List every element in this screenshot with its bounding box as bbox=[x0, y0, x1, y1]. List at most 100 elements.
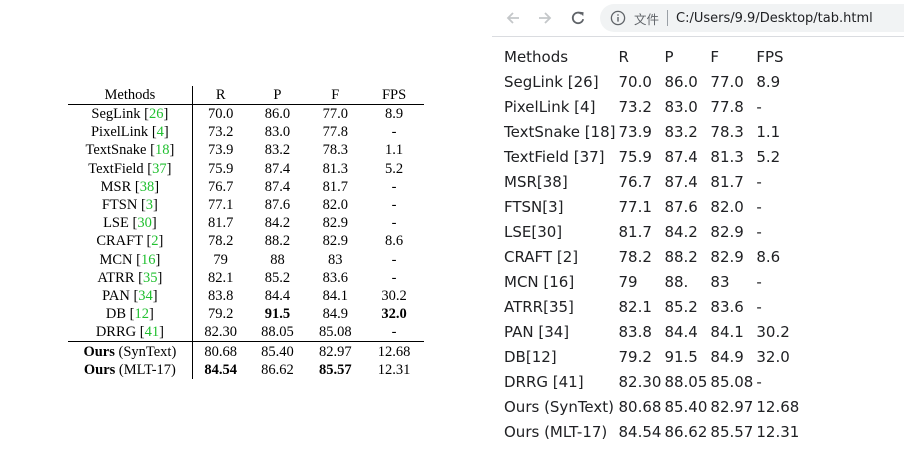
method-name: DB bbox=[105, 306, 127, 323]
paper-cell-r: 75.9 bbox=[192, 160, 248, 178]
html-cell-f: 77.8 bbox=[710, 98, 744, 116]
back-button[interactable] bbox=[500, 5, 526, 31]
value-p: 83.0 bbox=[264, 124, 291, 141]
paper-row: CRAFT [2] 78.2 88.2 82.9 8.6 bbox=[68, 232, 424, 251]
value-f: 84.9 bbox=[322, 306, 348, 323]
paper-cell-p: 88.2 bbox=[249, 232, 307, 250]
value-f: 83 bbox=[328, 251, 343, 268]
html-cell-f: 83.6 bbox=[710, 298, 744, 316]
paper-cell-r: 83.8 bbox=[192, 287, 248, 305]
html-cell-r: 73.2 bbox=[618, 98, 652, 116]
citation-link: 18 bbox=[154, 142, 170, 159]
paper-header-row: Methods R P F FPS bbox=[68, 86, 424, 105]
citation-link: 37 bbox=[152, 160, 167, 177]
paper-cell-p: 88 bbox=[249, 251, 307, 269]
html-cell-f: 82.9 bbox=[710, 223, 744, 241]
value-fps: 30.2 bbox=[381, 287, 407, 304]
paper-header-r: R bbox=[215, 87, 226, 103]
html-table-row: CRAFT [2] 78.2 88.2 82.9 8.6 bbox=[503, 245, 799, 270]
paper-method-cell: Ours (MLT-17) bbox=[68, 360, 193, 379]
paper-header-f: F bbox=[331, 87, 340, 103]
paper-method-cell: TextField [37] bbox=[68, 159, 193, 178]
browser-toolbar: 文件 C:/Users/9.9/Desktop/tab.html bbox=[492, 0, 904, 36]
html-cell-r: 79 bbox=[618, 273, 638, 291]
paper-cell-fps: 12.31 bbox=[364, 361, 424, 379]
html-cell-r: 79.2 bbox=[618, 348, 652, 366]
reload-button[interactable] bbox=[565, 5, 591, 31]
paper-ours-row: Ours (MLT-17) 84.54 86.62 85.57 12.31 bbox=[68, 360, 424, 379]
html-cell-p: 83.2 bbox=[664, 123, 698, 141]
html-cell-fps: - bbox=[756, 173, 762, 191]
html-cell-method: FTSN[3] bbox=[504, 198, 564, 216]
paper-cell-r: 80.68 bbox=[192, 342, 248, 361]
paper-cell-fps: - bbox=[364, 123, 424, 141]
url-text[interactable]: C:/Users/9.9/Desktop/tab.html bbox=[676, 11, 873, 26]
method-name: PixelLink bbox=[90, 124, 149, 141]
value-p: 88.2 bbox=[264, 233, 291, 250]
citation-link: 4 bbox=[156, 124, 164, 141]
method-name: MSR bbox=[100, 178, 132, 195]
paper-method-cell: LSE [30] bbox=[68, 214, 193, 233]
paper-row: ATRR [35] 82.1 85.2 83.6 - bbox=[68, 268, 424, 287]
html-cell-r: 81.7 bbox=[618, 223, 652, 241]
paper-method-cell: SegLink [26] bbox=[68, 104, 193, 124]
method-name: TextField bbox=[88, 160, 144, 177]
method-name: PAN bbox=[102, 287, 130, 304]
paper-cell-r: 78.2 bbox=[192, 232, 248, 250]
paper-table-body: SegLink [26] 70.0 86.0 77.0 8.9 PixelLink [4]… bbox=[68, 104, 424, 379]
method-name: MCN bbox=[99, 251, 133, 268]
paper-row: LSE [30] 81.7 84.2 82.9 - bbox=[68, 214, 424, 233]
value-r: 84.54 bbox=[204, 361, 237, 378]
paper-header-p: P bbox=[273, 87, 282, 103]
forward-button[interactable] bbox=[532, 5, 558, 31]
paper-cell-f: 77.0 bbox=[306, 105, 364, 124]
html-cell-p: 88.2 bbox=[664, 248, 698, 266]
value-p: 84.2 bbox=[264, 215, 291, 232]
value-fps: 8.6 bbox=[385, 233, 404, 250]
value-fps: - bbox=[391, 215, 397, 232]
html-cell-method: TextField [37] bbox=[504, 148, 605, 166]
method-name: LSE bbox=[103, 215, 129, 232]
html-cell-fps: - bbox=[756, 373, 762, 391]
reload-icon bbox=[571, 11, 585, 25]
html-table-row: PixelLink [4] 73.2 83.0 77.8- bbox=[503, 95, 799, 120]
paper-cell-r: 82.30 bbox=[192, 323, 248, 342]
html-cell-fps: 5.2 bbox=[756, 148, 781, 166]
html-cell-p: 88.05 bbox=[664, 373, 708, 391]
method-name: DRRG bbox=[95, 324, 137, 341]
paper-cell-p: 85.2 bbox=[249, 269, 307, 287]
paper-cell-fps: 30.2 bbox=[364, 287, 424, 305]
value-r: 83.8 bbox=[207, 287, 234, 304]
paper-cell-f: 77.8 bbox=[306, 123, 364, 141]
html-cell-fps: - bbox=[756, 298, 762, 316]
paper-method-cell: PixelLink [4] bbox=[68, 123, 193, 142]
paper-cell-fps: 8.9 bbox=[364, 105, 424, 124]
html-cell-r: 78.2 bbox=[618, 248, 652, 266]
method-name: ATRR bbox=[97, 269, 135, 286]
html-header-r: R bbox=[618, 48, 629, 66]
value-fps: 8.9 bbox=[385, 106, 404, 123]
html-cell-f: 81.7 bbox=[710, 173, 744, 191]
html-cell-p: 91.5 bbox=[664, 348, 698, 366]
value-fps: - bbox=[391, 324, 397, 341]
address-bar[interactable]: 文件 C:/Users/9.9/Desktop/tab.html bbox=[600, 4, 904, 32]
paper-method-cell: ATRR [35] bbox=[68, 268, 193, 287]
paper-method-cell: TextSnake [18] bbox=[68, 141, 193, 160]
html-cell-f: 82.0 bbox=[710, 198, 744, 216]
paper-cell-f: 84.9 bbox=[306, 305, 364, 323]
html-cell-p: 88. bbox=[664, 273, 689, 291]
paper-header-methods: Methods bbox=[68, 86, 193, 105]
paper-cell-r: 77.1 bbox=[192, 196, 248, 214]
html-cell-r: 82.30 bbox=[618, 373, 662, 391]
html-header-row: Methods R P F FPS bbox=[503, 45, 799, 70]
paper-cell-fps: 12.68 bbox=[364, 342, 424, 361]
html-cell-f: 77.0 bbox=[710, 73, 744, 91]
html-cell-method: SegLink [26] bbox=[504, 73, 599, 91]
paper-row: FTSN [3] 77.1 87.6 82.0 - bbox=[68, 195, 424, 215]
html-cell-fps: 12.31 bbox=[756, 423, 800, 441]
html-cell-r: 70.0 bbox=[618, 73, 652, 91]
paper-row: MCN [16] 79 88 83 - bbox=[68, 250, 424, 269]
info-icon[interactable] bbox=[610, 10, 626, 26]
paper-cell-f: 83.6 bbox=[306, 269, 364, 287]
value-r: 77.1 bbox=[207, 197, 234, 214]
